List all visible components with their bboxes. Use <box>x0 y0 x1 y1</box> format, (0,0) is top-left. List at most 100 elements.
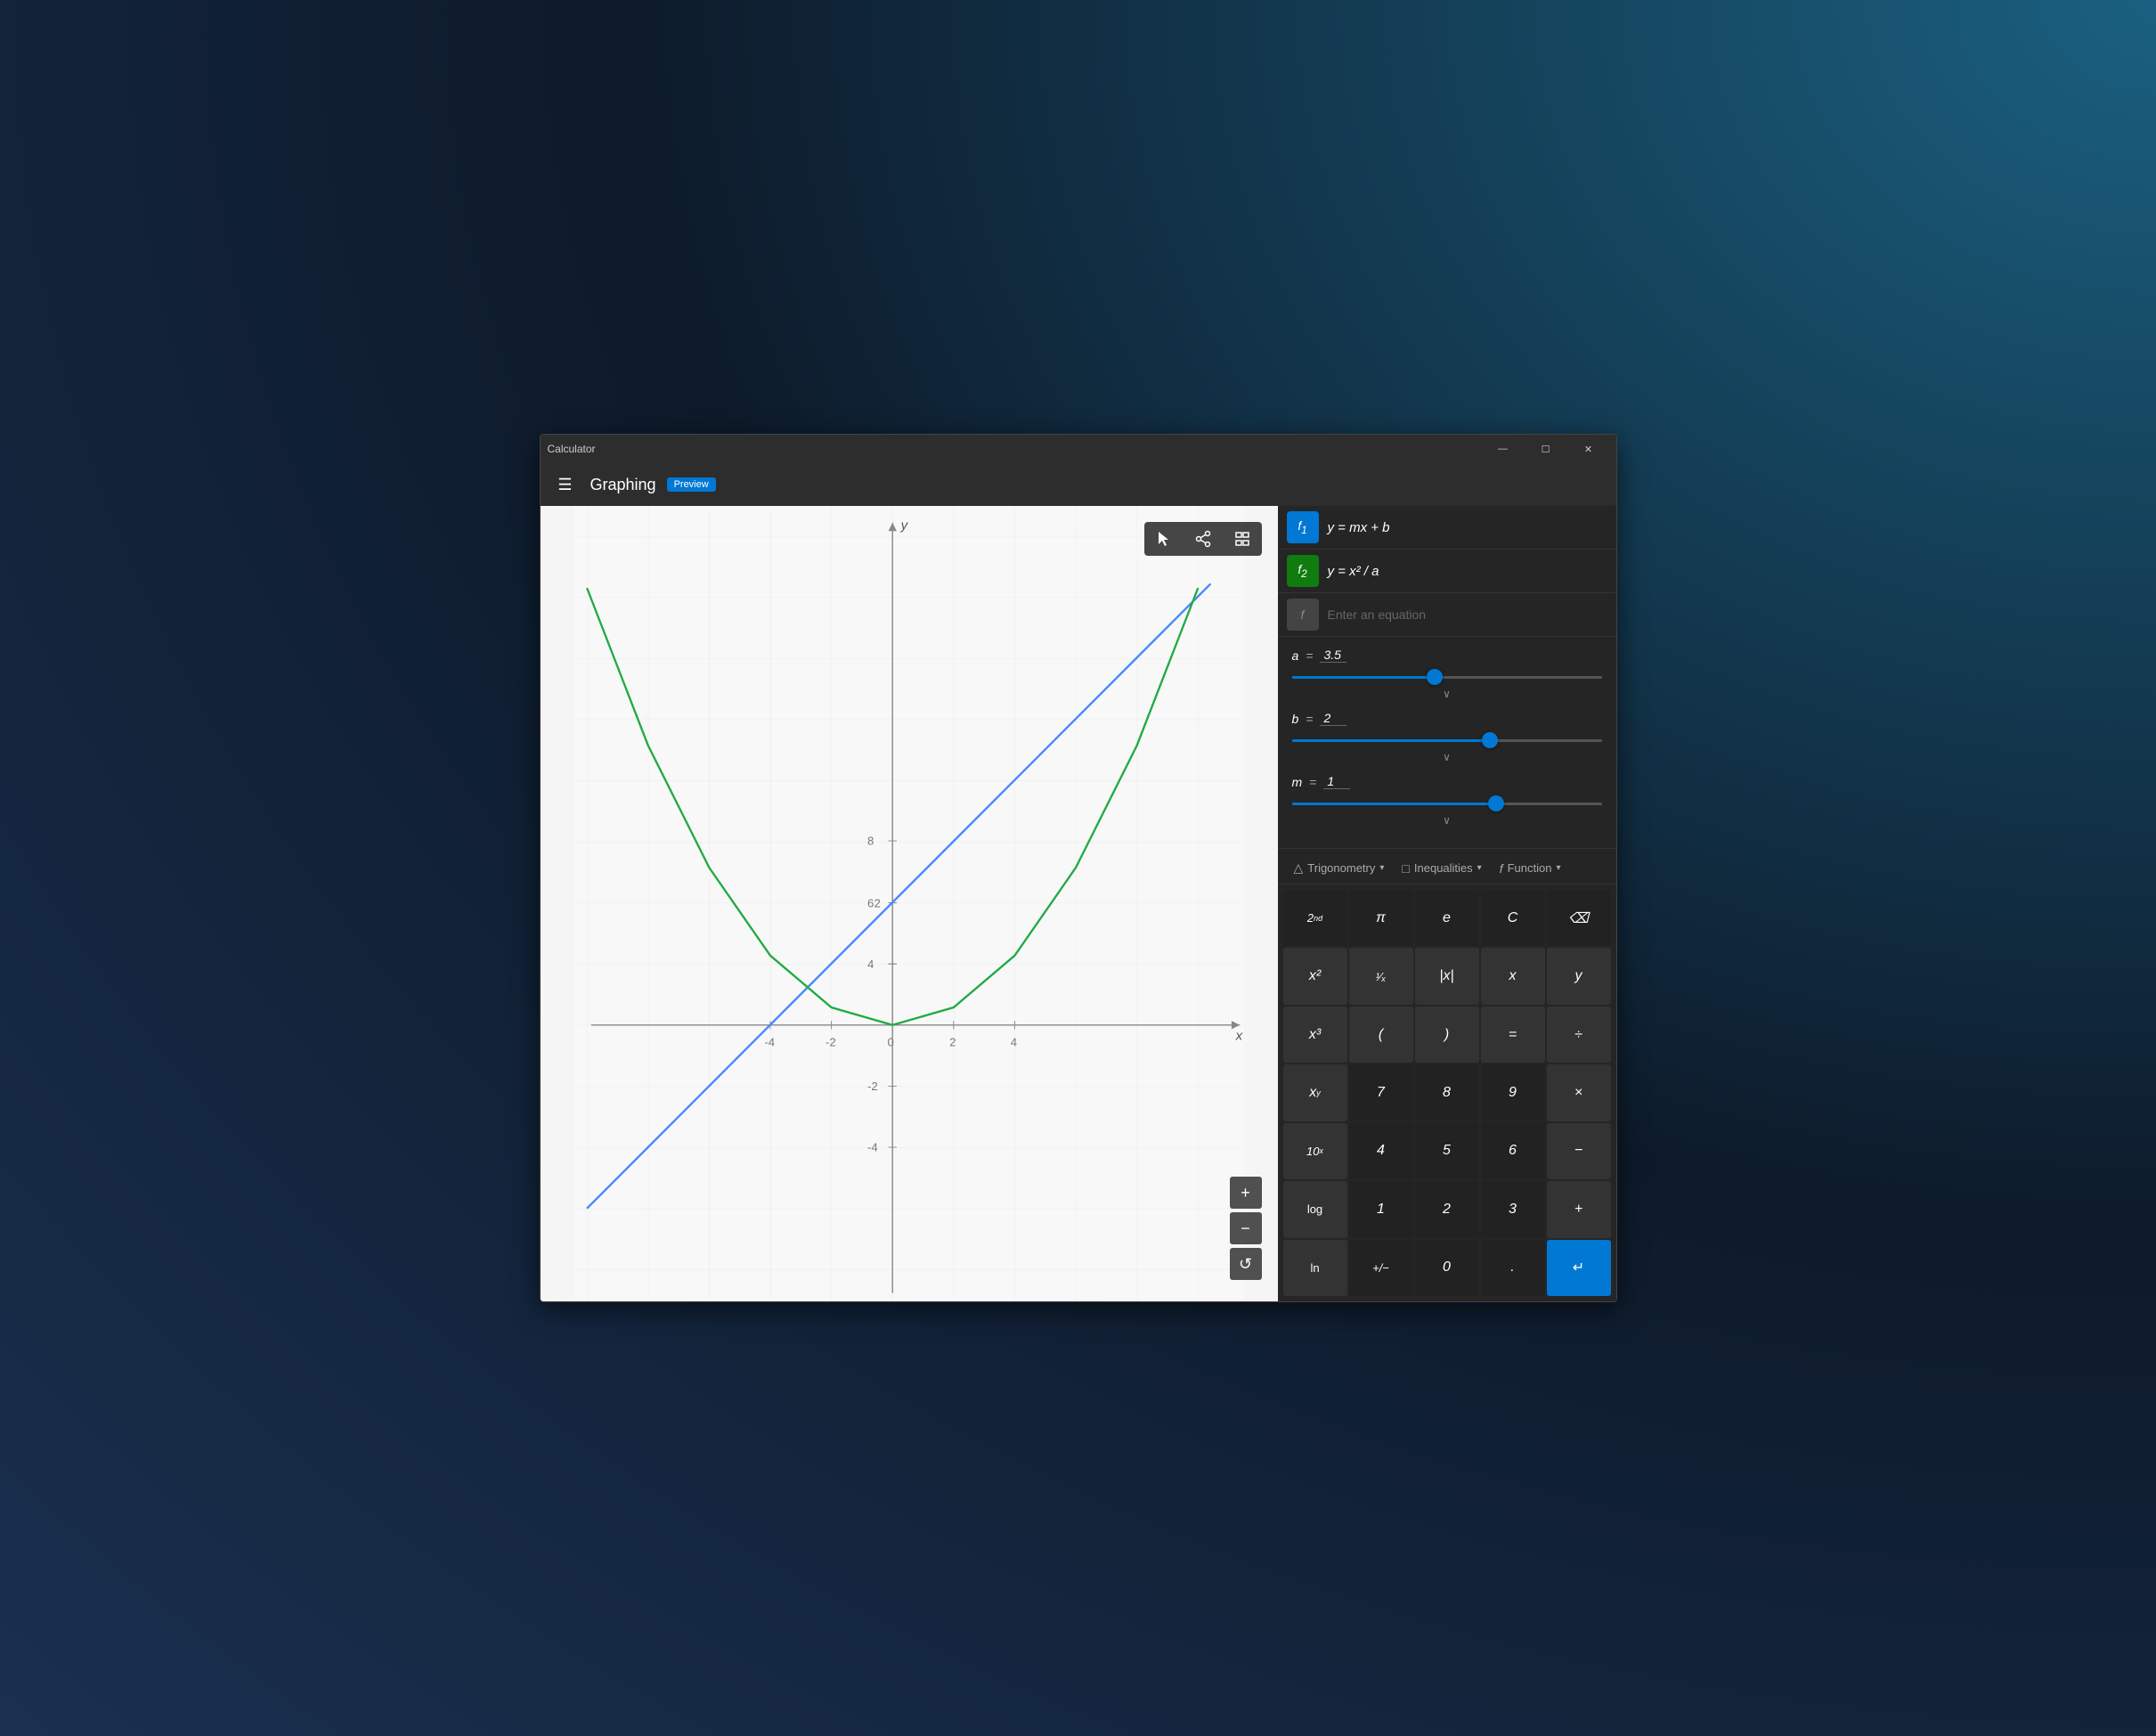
minimize-button[interactable]: — <box>1483 435 1524 463</box>
key-7[interactable]: 7 <box>1349 1064 1413 1121</box>
key-6[interactable]: 6 <box>1481 1123 1545 1179</box>
tab-inequalities[interactable]: □ Inequalities ▾ <box>1393 856 1490 880</box>
key-3[interactable]: 3 <box>1481 1181 1545 1237</box>
zoom-controls: + − ↺ <box>1230 1177 1262 1280</box>
key-enter[interactable]: ↵ <box>1547 1240 1611 1296</box>
key-plus-minus[interactable]: +/− <box>1349 1240 1413 1296</box>
key-divide[interactable]: ÷ <box>1547 1007 1611 1063</box>
key-2nd[interactable]: 2nd <box>1283 890 1347 946</box>
slider-b-thumb[interactable] <box>1482 732 1498 748</box>
key-close-paren[interactable]: ) <box>1415 1007 1479 1063</box>
zoom-reset-button[interactable]: ↺ <box>1230 1248 1262 1280</box>
slider-a-expand[interactable]: ∨ <box>1292 688 1602 700</box>
calculator-window: Calculator — ☐ ✕ ☰ Graphing Preview <box>540 434 1617 1302</box>
key-add[interactable]: + <box>1547 1181 1611 1237</box>
main-content: x y -4 -2 0 2 4 6 4 -2 -4 <box>541 506 1616 1301</box>
close-button[interactable]: ✕ <box>1568 435 1609 463</box>
key-reciprocal[interactable]: ¹⁄ₓ <box>1349 948 1413 1004</box>
func-chevron-icon: ▾ <box>1556 863 1560 873</box>
key-x-squared[interactable]: x² <box>1283 948 1347 1004</box>
slider-a-track[interactable] <box>1292 668 1602 686</box>
title-bar-controls: — ☐ ✕ <box>1483 435 1609 463</box>
function-formula-1: y = mx + b <box>1328 520 1390 535</box>
slider-a: a = 3.5 ∨ <box>1292 648 1602 700</box>
key-multiply[interactable]: × <box>1547 1064 1611 1121</box>
slider-m: m = 1 ∨ <box>1292 774 1602 827</box>
function-formula-2: y = x² / a <box>1328 564 1379 579</box>
key-9[interactable]: 9 <box>1481 1064 1545 1121</box>
key-abs[interactable]: |x| <box>1415 948 1479 1004</box>
key-y[interactable]: y <box>1547 948 1611 1004</box>
function-entry-2[interactable]: f2 y = x² / a <box>1278 550 1616 593</box>
slider-b-var: b <box>1292 712 1299 726</box>
function-badge-1: f1 <box>1287 511 1319 543</box>
svg-text:4: 4 <box>1010 1035 1016 1048</box>
function-entry-3[interactable]: f Enter an equation <box>1278 593 1616 637</box>
key-x[interactable]: x <box>1481 948 1545 1004</box>
svg-text:4: 4 <box>867 958 874 971</box>
maximize-button[interactable]: ☐ <box>1525 435 1566 463</box>
ineq-chevron-icon: ▾ <box>1477 863 1482 873</box>
zoom-out-button[interactable]: − <box>1230 1212 1262 1244</box>
slider-b-value[interactable]: 2 <box>1320 711 1346 726</box>
svg-text:-2: -2 <box>867 1080 878 1093</box>
app-mode-title: Graphing <box>590 476 656 494</box>
svg-text:y: y <box>899 518 908 533</box>
app-title: Calculator <box>548 443 596 455</box>
key-10x[interactable]: 10x <box>1283 1123 1347 1179</box>
tab-function[interactable]: f Function ▾ <box>1491 856 1570 880</box>
preview-badge: Preview <box>667 477 716 492</box>
key-open-paren[interactable]: ( <box>1349 1007 1413 1063</box>
function-entry-1[interactable]: f1 y = mx + b <box>1278 506 1616 550</box>
key-decimal[interactable]: . <box>1481 1240 1545 1296</box>
tab-func-label: Function <box>1508 861 1552 875</box>
hamburger-menu-icon[interactable]: ☰ <box>551 476 580 494</box>
key-ln[interactable]: ln <box>1283 1240 1347 1296</box>
key-4[interactable]: 4 <box>1349 1123 1413 1179</box>
svg-text:-2: -2 <box>826 1035 836 1048</box>
svg-text:6: 6 <box>867 896 874 909</box>
key-log[interactable]: log <box>1283 1181 1347 1237</box>
key-backspace[interactable]: ⌫ <box>1547 890 1611 946</box>
tab-trigonometry[interactable]: △ Trigonometry ▾ <box>1285 856 1394 880</box>
sliders-section: a = 3.5 ∨ b = <box>1278 637 1616 849</box>
key-2[interactable]: 2 <box>1415 1181 1479 1237</box>
function-tabs: △ Trigonometry ▾ □ Inequalities ▾ f Func… <box>1278 849 1616 884</box>
slider-m-expand[interactable]: ∨ <box>1292 814 1602 827</box>
key-x-power-y[interactable]: xy <box>1283 1064 1347 1121</box>
graph-toolbar <box>1144 522 1262 556</box>
slider-a-thumb[interactable] <box>1427 669 1443 685</box>
select-tool-button[interactable] <box>1144 522 1184 556</box>
key-8[interactable]: 8 <box>1415 1064 1479 1121</box>
share-button[interactable] <box>1184 522 1223 556</box>
fullscreen-button[interactable] <box>1223 522 1262 556</box>
key-subtract[interactable]: − <box>1547 1123 1611 1179</box>
key-e[interactable]: e <box>1415 890 1479 946</box>
graph-area[interactable]: x y -4 -2 0 2 4 6 4 -2 -4 <box>541 506 1278 1301</box>
svg-text:-4: -4 <box>867 1141 878 1154</box>
key-0[interactable]: 0 <box>1415 1240 1479 1296</box>
key-x-cubed[interactable]: x³ <box>1283 1007 1347 1063</box>
zoom-in-button[interactable]: + <box>1230 1177 1262 1209</box>
slider-m-value[interactable]: 1 <box>1323 774 1350 789</box>
slider-m-track[interactable] <box>1292 795 1602 812</box>
slider-b-track[interactable] <box>1292 731 1602 749</box>
key-pi[interactable]: π <box>1349 890 1413 946</box>
key-5[interactable]: 5 <box>1415 1123 1479 1179</box>
title-bar: Calculator — ☐ ✕ <box>541 435 1616 463</box>
function-badge-3: f <box>1287 599 1319 631</box>
trig-chevron-icon: ▾ <box>1379 863 1384 873</box>
keypad: 2nd π e C ⌫ x² ¹⁄ₓ |x| x y x³ ( ) = ÷ <box>1278 884 1616 1301</box>
function-list: f1 y = mx + b f2 y = x² / a <box>1278 506 1616 637</box>
ineq-icon: □ <box>1402 861 1409 876</box>
slider-a-value[interactable]: 3.5 <box>1320 648 1346 663</box>
key-equals[interactable]: = <box>1481 1007 1545 1063</box>
tab-ineq-label: Inequalities <box>1414 861 1473 875</box>
title-bar-left: Calculator <box>548 443 596 455</box>
key-clear[interactable]: C <box>1481 890 1545 946</box>
tab-trig-label: Trigonometry <box>1307 861 1375 875</box>
key-1[interactable]: 1 <box>1349 1181 1413 1237</box>
slider-b-expand[interactable]: ∨ <box>1292 751 1602 763</box>
slider-m-thumb[interactable] <box>1488 795 1504 811</box>
app-header: ☰ Graphing Preview <box>541 463 1616 506</box>
